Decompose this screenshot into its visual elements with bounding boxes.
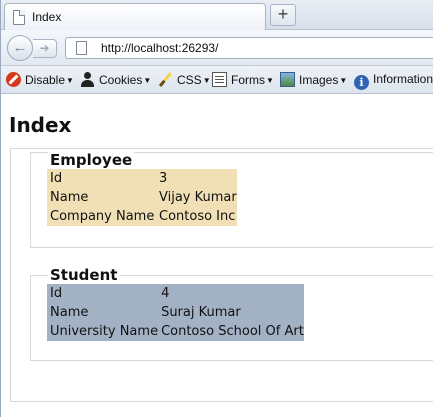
field-value: Suraj Kumar [161, 305, 241, 320]
toolbar-cookies-label: Cookies [99, 73, 143, 87]
field-label: University Name [50, 324, 159, 339]
page-title: Index [9, 113, 72, 137]
dropdown-caret-icon: ▼ [66, 76, 74, 85]
field-label: Name [50, 190, 89, 205]
dropdown-caret-icon: ▼ [266, 76, 274, 85]
browser-window: Index + ➜ ← http://localhost:26293/ Disa… [0, 0, 433, 417]
page-icon [13, 10, 25, 25]
field-label: Id [50, 286, 63, 301]
toolbar-css-menu[interactable]: CSS▼ [158, 72, 211, 87]
forms-icon [212, 72, 227, 87]
dropdown-caret-icon: ▼ [202, 76, 211, 85]
address-bar[interactable]: http://localhost:26293/ [65, 37, 433, 59]
web-developer-toolbar: Disable▼ Cookies▼ CSS▼ Forms▼ Images▼ iI… [1, 66, 433, 94]
tab-strip: Index + [1, 0, 433, 30]
toolbar-images-menu[interactable]: Images▼ [280, 72, 347, 87]
field-value: Contoso Inc [159, 209, 236, 224]
page-icon [76, 41, 87, 55]
info-icon: i [354, 75, 369, 90]
css-icon [158, 72, 173, 87]
field-value: 4 [161, 286, 170, 301]
dropdown-caret-icon: ▼ [339, 76, 348, 85]
field-value: Vijay Kumar [159, 190, 237, 205]
table-row: University Name Contoso School Of Art [47, 322, 304, 341]
employee-legend: Employee [48, 151, 135, 169]
back-button[interactable]: ← [7, 35, 33, 61]
toolbar-forms-label: Forms [231, 73, 265, 87]
field-label: Name [50, 305, 89, 320]
tab-index[interactable]: Index [4, 3, 266, 30]
navigation-bar: ➜ ← http://localhost:26293/ [1, 30, 433, 66]
employee-table: Id 3 Name Vijay Kumar Company Name Conto… [47, 169, 237, 226]
disable-icon [6, 72, 21, 87]
new-tab-button[interactable]: + [270, 4, 296, 26]
cookies-icon [80, 72, 95, 87]
field-value: 3 [159, 171, 168, 186]
page-content: Index Employee Id 3 Name Vijay Kumar Com… [1, 95, 433, 417]
table-row: Company Name Contoso Inc [47, 207, 237, 226]
student-table: Id 4 Name Suraj Kumar University Name Co… [47, 284, 304, 341]
toolbar-disable-label: Disable [25, 73, 66, 87]
toolbar-forms-menu[interactable]: Forms▼ [212, 72, 274, 87]
field-label: Company Name [50, 209, 155, 224]
student-legend: Student [48, 266, 120, 284]
toolbar-information-menu[interactable]: i Information [354, 72, 433, 90]
toolbar-images-label: Images [299, 73, 339, 87]
dropdown-caret-icon: ▼ [143, 76, 152, 85]
toolbar-css-label: CSS [177, 73, 202, 87]
forward-button[interactable]: ➜ [33, 39, 57, 58]
table-row: Name Suraj Kumar [47, 303, 304, 322]
table-row: Id 3 [47, 169, 237, 188]
field-label: Id [50, 171, 63, 186]
toolbar-disable-menu[interactable]: Disable▼ [6, 72, 74, 87]
toolbar-cookies-menu[interactable]: Cookies▼ [80, 72, 151, 87]
table-row: Id 4 [47, 284, 304, 303]
field-value: Contoso School Of Art [161, 324, 304, 339]
table-row: Name Vijay Kumar [47, 188, 237, 207]
toolbar-information-label: Information [373, 72, 433, 86]
url-text: http://localhost:26293/ [101, 41, 219, 55]
tab-title: Index [32, 10, 62, 24]
images-icon [280, 72, 295, 87]
